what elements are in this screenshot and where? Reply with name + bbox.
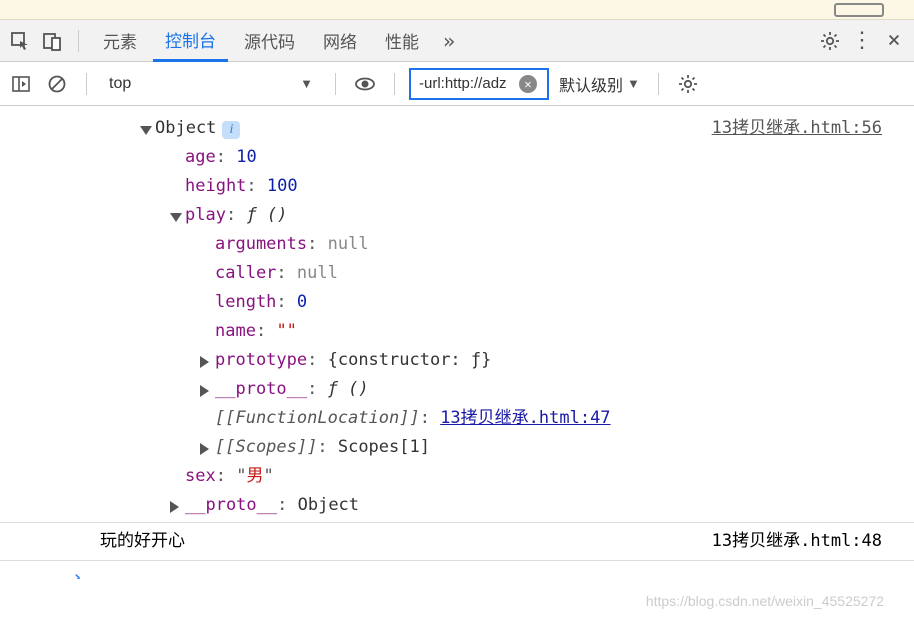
source-link[interactable]: 13拷贝继承.html:56 [712,114,882,143]
tab-elements[interactable]: 元素 [91,20,149,62]
tree-prop-sex: sex: "男" [40,462,611,491]
console-log-row: 玩的好开心 13拷贝继承.html:48 [0,522,914,561]
console-object-row: Object i age: 10 height: 100 play: ƒ () … [0,112,914,522]
context-label: top [109,75,131,93]
dropdown-caret-icon: ▼ [300,76,313,91]
tree-root[interactable]: Object i [40,114,611,143]
divider [78,30,79,52]
sidebar-toggle-icon[interactable] [6,69,36,99]
filter-input[interactable] [419,75,519,92]
prompt-chevron-icon: › [72,567,83,579]
kebab-menu-icon[interactable]: ⋮ [848,27,876,55]
expand-arrow-icon[interactable] [140,126,152,135]
object-tree: Object i age: 10 height: 100 play: ƒ () … [28,114,611,520]
watermark: https://blog.csdn.net/weixin_45525272 [646,593,884,609]
expand-arrow-icon[interactable] [200,443,209,455]
source-link[interactable]: 13拷贝继承.html:47 [440,404,610,433]
info-strip [0,0,914,20]
devtools-tabs: 元素 控制台 源代码 网络 性能 » ⋮ × [0,20,914,62]
tree-prop-height: height: 100 [40,172,611,201]
console-prompt[interactable]: › [0,561,914,573]
tab-network[interactable]: 网络 [311,20,369,62]
tree-prop-caller: caller: null [40,259,611,288]
more-tabs-icon[interactable]: » [435,27,463,55]
tree-prop-play[interactable]: play: ƒ () [40,201,611,230]
log-message: 玩的好开心 [100,531,185,551]
tree-prop-proto-obj[interactable]: __proto__: Object [40,491,611,520]
device-toggle-icon[interactable] [38,27,66,55]
tree-prop-name: name: "" [40,317,611,346]
tab-performance[interactable]: 性能 [373,20,431,62]
object-label: Object [155,114,216,143]
tree-prop-funcloc: [[FunctionLocation]]: 13拷贝继承.html:47 [40,404,611,433]
info-icon[interactable]: i [222,121,240,139]
tree-prop-proto-fn[interactable]: __proto__: ƒ () [40,375,611,404]
tree-prop-age: age: 10 [40,143,611,172]
log-level-selector[interactable]: 默认级别 ▼ [555,72,644,96]
tree-prop-length: length: 0 [40,288,611,317]
console-output: Object i age: 10 height: 100 play: ƒ () … [0,106,914,579]
info-strip-button[interactable] [834,3,884,17]
clear-filter-icon[interactable]: ✕ [519,75,537,93]
source-link[interactable]: 13拷贝继承.html:48 [712,527,882,556]
expand-arrow-icon[interactable] [170,213,182,222]
settings-gear-icon[interactable] [816,27,844,55]
dropdown-caret-icon: ▼ [627,76,640,91]
console-toolbar: top ▼ ✕ 默认级别 ▼ [0,62,914,106]
divider [658,73,659,95]
live-expression-icon[interactable] [350,69,380,99]
expand-arrow-icon[interactable] [170,501,179,513]
tree-prop-scopes[interactable]: [[Scopes]]: Scopes[1] [40,433,611,462]
clear-console-icon[interactable] [42,69,72,99]
divider [86,73,87,95]
expand-arrow-icon[interactable] [200,356,209,368]
context-selector[interactable]: top ▼ [101,69,321,99]
tree-prop-prototype[interactable]: prototype: {constructor: ƒ} [40,346,611,375]
tab-console[interactable]: 控制台 [153,20,228,62]
level-label: 默认级别 [559,72,623,96]
tab-sources[interactable]: 源代码 [232,20,307,62]
tree-prop-arguments: arguments: null [40,230,611,259]
close-icon[interactable]: × [880,27,908,55]
filter-input-wrap[interactable]: ✕ [409,68,549,100]
inspect-icon[interactable] [6,27,34,55]
divider [394,73,395,95]
expand-arrow-icon[interactable] [200,385,209,397]
settings-gear-icon[interactable] [673,69,703,99]
divider [335,73,336,95]
